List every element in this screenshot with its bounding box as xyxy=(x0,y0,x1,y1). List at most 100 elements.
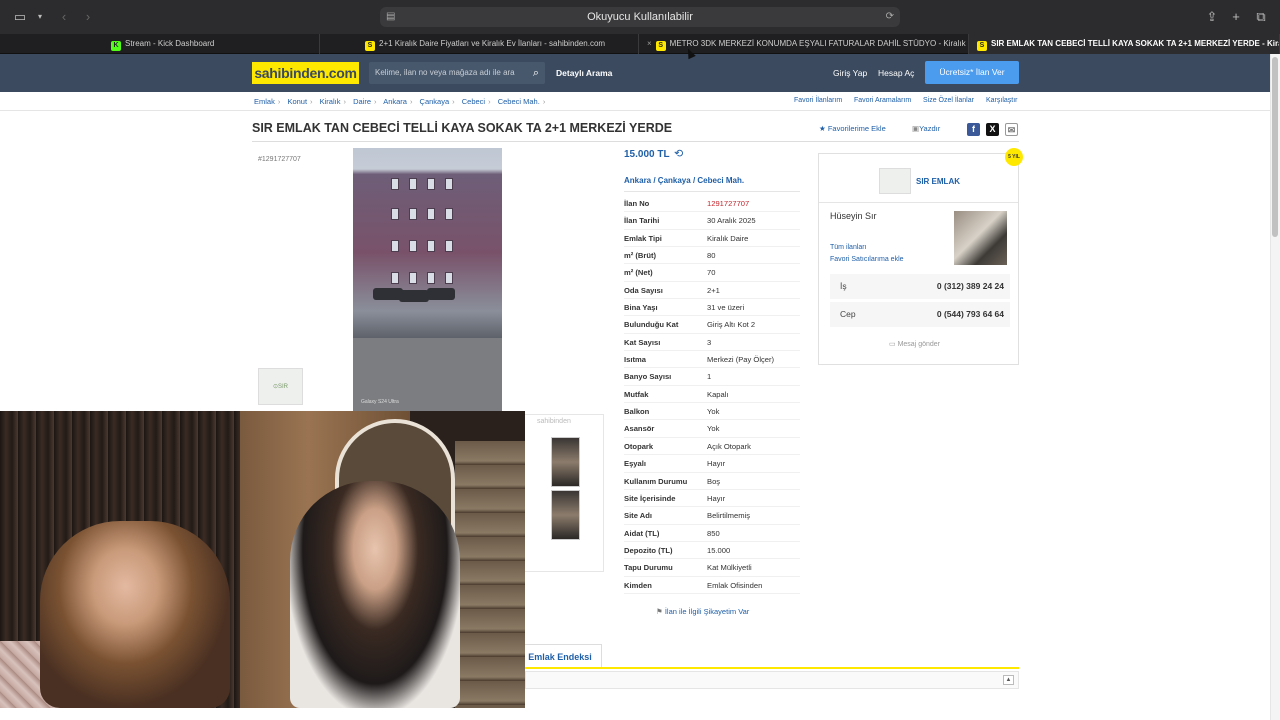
add-favorite-button[interactable]: ★ Favorilerime Ekle xyxy=(819,124,886,133)
print-label: Yazdır xyxy=(919,124,941,133)
store-logo[interactable] xyxy=(879,168,911,194)
breadcrumb-item[interactable]: Daire xyxy=(353,97,371,106)
detail-row: m² (Brüt) 80 xyxy=(624,247,800,265)
tab-bar: K Stream - Kick Dashboard S 2+1 Kiralık Da… xyxy=(0,34,1280,54)
report-listing-link[interactable]: ⚑ İlan ile İlgili Şikayetim Var xyxy=(656,607,749,616)
detailed-search-link[interactable]: Detaylı Arama xyxy=(556,54,612,92)
sidebar-toggle-icon[interactable]: ▭ xyxy=(12,9,28,25)
tab-label: 2+1 Kiralık Daire Fiyatları ve Kiralık E… xyxy=(379,39,606,48)
location-breadcrumb: Ankara / Çankaya / Cebeci Mah. xyxy=(624,176,745,185)
forward-icon[interactable]: › xyxy=(80,9,96,25)
detail-value: Emlak Ofisinden xyxy=(707,580,763,590)
collapse-icon[interactable]: ▲ xyxy=(1003,675,1014,685)
detail-key: Depozito (TL) xyxy=(624,545,673,555)
office-logo-thumbnail[interactable]: ⊙SIR xyxy=(258,368,303,405)
details-table: İlan No 1291727707 İlan Tarihi 30 Aralık 2… xyxy=(624,195,800,594)
tab-kick[interactable]: K Stream - Kick Dashboard xyxy=(103,34,320,54)
login-link[interactable]: Giriş Yap xyxy=(833,54,867,92)
avatar xyxy=(954,211,1007,265)
star-icon: ★ xyxy=(819,124,826,133)
seller-name: Hüseyin Sır xyxy=(830,211,877,221)
all-ads-link[interactable]: Tüm ilanları xyxy=(830,244,867,251)
tab-emlak-endeksi[interactable]: Emlak Endeksi xyxy=(518,644,602,668)
sahibinden-icon: S xyxy=(655,41,666,51)
location-neighborhood[interactable]: Cebeci Mah. xyxy=(697,176,744,185)
detail-value: 1291727707 xyxy=(707,199,750,208)
detail-row: Kat Sayısı 3 xyxy=(624,334,800,352)
breadcrumb-item[interactable]: Emlak xyxy=(254,97,275,106)
breadcrumb-item[interactable]: Konut xyxy=(287,97,307,106)
detail-value: 1 xyxy=(707,372,712,382)
address-bar[interactable]: ▤ Okuyucu Kullanılabilir ⟳ xyxy=(380,7,900,27)
breadcrumb-item[interactable]: Cebeci xyxy=(462,97,485,106)
location-city[interactable]: Ankara xyxy=(624,176,651,185)
register-link[interactable]: Hesap Aç xyxy=(878,54,914,92)
reload-icon[interactable]: ⟳ xyxy=(886,7,894,27)
flag-icon: ⚑ xyxy=(656,607,663,616)
mail-icon[interactable]: ✉ xyxy=(1005,123,1018,136)
listing-photo[interactable]: Galaxy S24 Ultra xyxy=(353,148,502,411)
breadcrumb-item[interactable]: Cebeci Mah. xyxy=(498,97,540,106)
search-icon[interactable]: ⌕ xyxy=(533,62,539,84)
store-name[interactable]: SIR EMLAK xyxy=(916,177,960,186)
phone-label: Cep xyxy=(840,309,856,319)
browser-toolbar: ▭ ▾ ‹ › ▤ Okuyucu Kullanılabilir ⟳ ⇪ + ⧉ xyxy=(0,0,1280,34)
detail-key: Site Adı xyxy=(624,511,652,521)
phone-number[interactable]: 0 (312) 389 24 24 xyxy=(937,274,1004,299)
special-listings-link[interactable]: Size Özel İlanlar xyxy=(923,97,974,104)
seller-years-badge: 5 YIL xyxy=(1005,148,1023,166)
breadcrumb-item[interactable]: Çankaya xyxy=(420,97,450,106)
compare-link[interactable]: Karşılaştır xyxy=(986,97,1018,104)
breadcrumb-item[interactable]: Ankara xyxy=(383,97,407,106)
tab-sahibinden-list[interactable]: S 2+1 Kiralık Daire Fiyatları ve Kiralık … xyxy=(357,34,639,54)
phone-mobile: Cep 0 (544) 793 64 64 xyxy=(830,302,1010,327)
detail-key: Otopark xyxy=(624,441,654,451)
breadcrumb-item[interactable]: Kiralık xyxy=(320,97,341,106)
close-icon[interactable]: × xyxy=(647,39,652,48)
new-tab-icon[interactable]: + xyxy=(1228,9,1244,25)
detail-key: Kullanım Durumu xyxy=(624,476,688,486)
sahibinden-icon: S xyxy=(365,41,375,51)
detail-row: Bina Yaşı 31 ve üzeri xyxy=(624,299,800,317)
listing-id-label: #1291727707 xyxy=(258,156,301,163)
favorite-seller-link[interactable]: Favori Satıcılarıma ekle xyxy=(830,256,904,263)
print-button[interactable]: ▣Yazdır xyxy=(912,124,940,133)
tab-overview-icon[interactable]: ⧉ xyxy=(1253,9,1269,25)
detail-value: Yok xyxy=(707,407,720,417)
divider xyxy=(819,202,1018,203)
logo[interactable]: sahibinden.com xyxy=(252,62,359,84)
post-ad-button[interactable]: Ücretsiz* İlan Ver xyxy=(925,61,1019,84)
detail-row: Depozito (TL) 15.000 xyxy=(624,542,800,560)
favorite-searches-link[interactable]: Favori Aramalarım xyxy=(854,97,911,104)
detail-key: Oda Sayısı xyxy=(624,285,663,295)
facebook-icon[interactable]: f xyxy=(967,123,980,136)
detail-row: İlan No 1291727707 xyxy=(624,195,800,213)
message-icon: ▭ xyxy=(889,341,896,348)
detail-row: Kimden Emlak Ofisinden xyxy=(624,577,800,594)
price-history-icon[interactable]: ⟲ xyxy=(674,147,683,160)
detail-key: Mutfak xyxy=(624,389,649,399)
send-message-button[interactable]: ▭ Mesaj gönder xyxy=(889,340,940,348)
detail-row: İlan Tarihi 30 Aralık 2025 xyxy=(624,212,800,230)
search-input[interactable]: Kelime, ilan no veya mağaza adı ile ara … xyxy=(369,62,545,84)
location-district[interactable]: Çankaya xyxy=(658,176,691,185)
reader-icon[interactable]: ▤ xyxy=(386,7,395,27)
tab-current[interactable]: S SIR EMLAK TAN CEBECİ TELLİ KAYA SOKAK T… xyxy=(969,34,1280,54)
photo-thumbnail[interactable] xyxy=(551,437,580,487)
phone-number[interactable]: 0 (544) 793 64 64 xyxy=(937,302,1004,327)
photo-thumbnail[interactable] xyxy=(551,490,580,540)
detail-value: Kiralık Daire xyxy=(707,233,749,243)
detail-key: İlan No xyxy=(624,199,650,208)
detail-row: Site İçerisinde Hayır xyxy=(624,490,800,508)
x-icon[interactable]: X xyxy=(986,123,999,136)
detail-value: Kat Mülkiyetli xyxy=(707,563,752,573)
detail-value: Hayır xyxy=(707,493,726,503)
scrollbar-thumb[interactable] xyxy=(1272,57,1278,237)
chevron-down-icon[interactable]: ▾ xyxy=(32,9,48,25)
streamer-person xyxy=(40,521,230,708)
back-icon[interactable]: ‹ xyxy=(56,9,72,25)
detail-row: Isıtma Merkezi (Pay Ölçer) xyxy=(624,351,800,369)
favorite-listings-link[interactable]: Favori İlanlarım xyxy=(794,97,842,104)
detail-row: Site Adı Belirtilmemiş xyxy=(624,507,800,525)
share-icon[interactable]: ⇪ xyxy=(1204,9,1220,25)
